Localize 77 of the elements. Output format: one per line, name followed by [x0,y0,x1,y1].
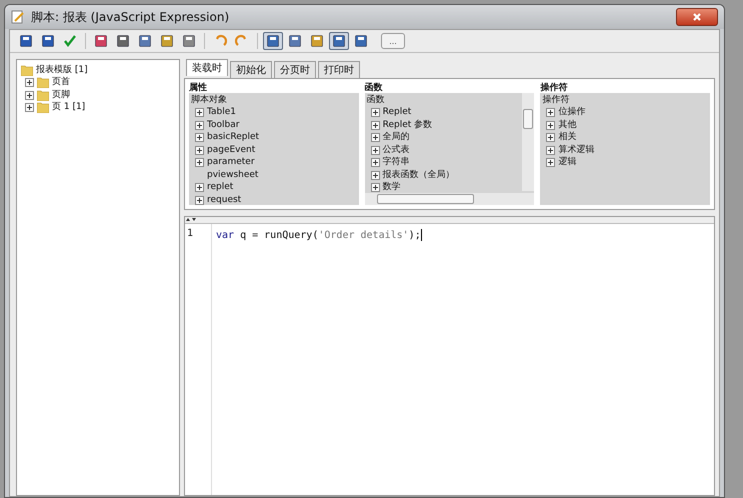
tab[interactable]: 打印时 [318,61,360,78]
close-icon [692,12,702,22]
folder-icon [21,64,33,76]
tab[interactable]: 分页时 [274,61,316,78]
line-number: 1 [186,228,194,241]
tree-item[interactable]: Replet 参数 [382,120,432,131]
tree-item[interactable]: Table1 [207,107,236,118]
expand-icon[interactable] [25,90,34,100]
tree-item[interactable]: 页首 [52,77,70,88]
window-title: 脚本: 报表 (JavaScript Expression) [31,8,230,26]
expand-icon[interactable] [370,183,380,192]
expand-icon[interactable] [546,146,556,155]
expand-icon[interactable] [25,103,34,112]
expand-icon[interactable] [25,78,34,88]
tab[interactable]: 装载时 [186,59,228,76]
tree-item[interactable]: 公式表 [382,144,410,156]
tree-item[interactable]: pageEvent [207,144,256,156]
tree-item[interactable]: 报表函数（全局） [382,170,455,181]
tree-item[interactable]: parameter [207,157,255,168]
save-icon [41,34,55,48]
tree-item[interactable]: 相关 [558,132,576,144]
folder-icon [37,90,49,101]
tree-item[interactable]: 算术逻辑 [558,144,594,156]
tree-item[interactable]: Toolbar [207,120,240,131]
tree-item[interactable]: 逻辑 [558,157,576,168]
expand-icon[interactable] [546,120,556,130]
expand-icon[interactable] [195,133,204,142]
toolbar-button[interactable] [263,32,283,50]
expand-icon[interactable] [370,158,380,168]
folder-icon [37,77,49,88]
vertical-scrollbar[interactable] [522,93,534,191]
tree-item[interactable]: 函数 [366,94,385,106]
expand-icon[interactable] [370,133,380,142]
expand-icon[interactable] [195,196,204,205]
redo-icon [235,34,249,48]
tree-item[interactable]: basicReplet [207,132,260,144]
tree-item[interactable]: 全局的 [382,132,410,144]
expand-icon[interactable] [195,120,204,130]
tree-item[interactable]: 其他 [558,120,576,131]
tree-item[interactable]: 数学 [382,182,401,194]
tree-item[interactable]: 操作符 [542,94,570,106]
toolbar-button[interactable] [329,32,349,50]
expand-icon[interactable] [546,158,556,168]
folder-icon [37,102,49,114]
expand-icon[interactable] [370,120,380,130]
expand-icon[interactable] [195,183,204,192]
tree-item[interactable]: 页脚 [52,90,70,101]
tree-item[interactable]: request [207,194,242,205]
collapse-arrows-icon [186,217,198,222]
expand-icon[interactable] [370,108,380,118]
expand-icon[interactable] [370,170,380,180]
code-editor[interactable]: 1 var q = runQuery('Order details'); [184,216,715,496]
close-button[interactable] [676,8,718,26]
expand-icon[interactable] [546,133,556,142]
script-icon [11,10,25,24]
panel-title: 函数 [364,82,384,93]
panel-title: 属性 [189,82,208,93]
expand-icon[interactable] [546,108,556,118]
undo-icon [213,34,227,48]
tree-item[interactable]: replet [207,182,234,194]
checkmark-icon [63,34,77,48]
tree-item[interactable]: 位操作 [558,107,586,118]
more-button[interactable]: ... [381,33,405,49]
tree-item[interactable]: pviewsheet [207,170,258,181]
tree-item[interactable]: 脚本对象 [191,94,227,106]
tree-item[interactable]: 页 1 [1] [52,102,86,114]
expand-icon[interactable] [195,158,204,168]
expand-icon[interactable] [195,108,204,118]
code-line: var q = runQuery('Order details'); [216,228,423,242]
expand-icon[interactable] [195,146,204,155]
horizontal-scrollbar[interactable] [364,193,534,205]
tree-item[interactable]: Replet [382,107,412,118]
tab[interactable]: 初始化 [230,61,272,78]
tree-item[interactable]: 字符串 [382,157,410,168]
tree-item[interactable]: 报表模版 [1] [36,64,88,76]
panel-title: 操作符 [540,82,568,93]
expand-icon[interactable] [370,146,380,155]
